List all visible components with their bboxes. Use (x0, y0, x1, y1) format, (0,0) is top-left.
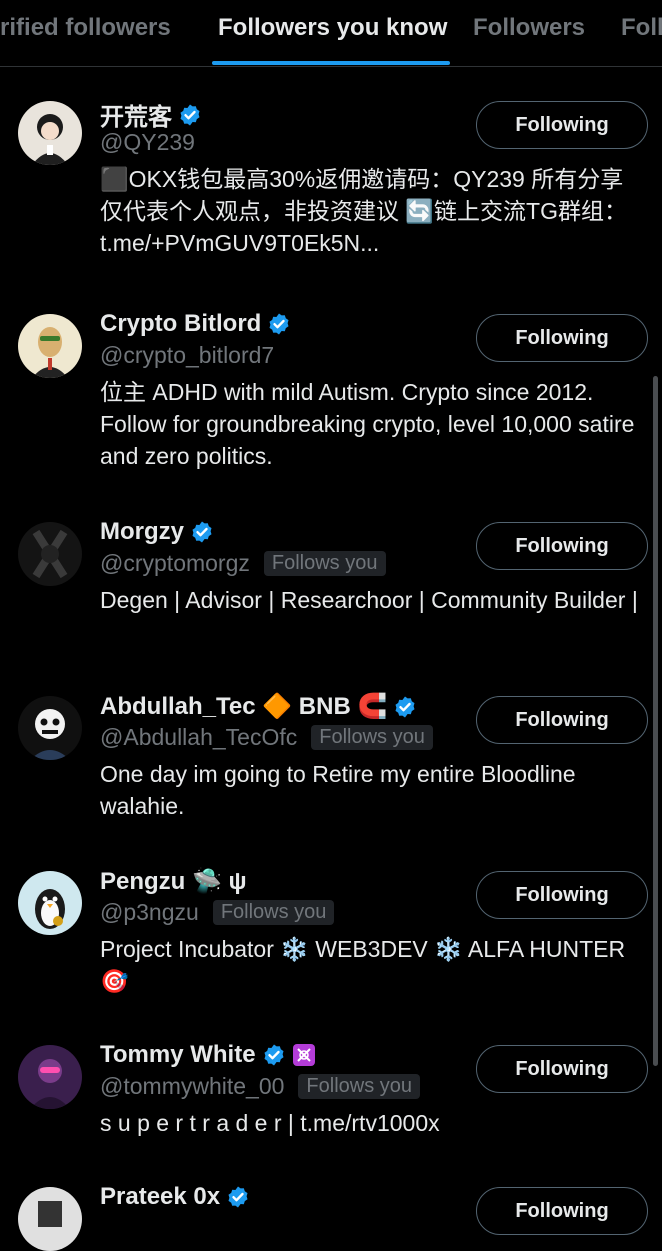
tab-bar: Verified followers Followers you know Fo… (0, 0, 662, 67)
avatar[interactable] (18, 522, 82, 586)
user-bio: ⬛OKX钱包最高30%返佣邀请码：QY239 所有分享仅代表个人观点，非投资建议… (100, 166, 627, 256)
verified-badge-icon (226, 1185, 250, 1209)
following-button[interactable]: Following (476, 1187, 648, 1235)
user-handle: @Abdullah_TecOfc (100, 724, 298, 750)
user-bio: One day im going to Retire my entire Blo… (100, 761, 576, 819)
user-handle: @crypto_bitlord7 (100, 342, 275, 368)
user-handle: @tommywhite_00 (100, 1073, 285, 1099)
display-name[interactable]: 开荒客 (100, 97, 172, 132)
follows-you-badge: Follows you (311, 725, 433, 750)
following-button[interactable]: Following (476, 696, 648, 744)
scrollbar[interactable] (653, 376, 658, 1066)
user-bio: s u p e r t r a d e r | t.me/rtv1000x (100, 1110, 440, 1136)
verified-badge-icon (178, 103, 202, 127)
display-name[interactable]: Prateek 0x (100, 1183, 220, 1211)
tab-followers-you-know[interactable]: Followers you know (218, 14, 447, 42)
tab-following[interactable]: Following (621, 14, 662, 42)
verified-badge-icon (267, 312, 291, 336)
user-bio: Project Incubator ❄️ WEB3DEV ❄️ ALFA HUN… (100, 936, 626, 994)
user-bio: 位主 ADHD with mild Autism. Crypto since 2… (100, 379, 635, 469)
following-button[interactable]: Following (476, 871, 648, 919)
follows-you-badge: Follows you (298, 1074, 421, 1099)
user-bio: Degen | Advisor | Researchoor | Communit… (100, 587, 638, 613)
following-button[interactable]: Following (476, 522, 648, 570)
following-button[interactable]: Following (476, 314, 648, 362)
avatar[interactable] (18, 314, 82, 378)
user-handle: @QY239 (100, 129, 195, 155)
active-tab-indicator (212, 61, 450, 65)
avatar[interactable] (18, 1187, 82, 1251)
display-name[interactable]: Tommy White (100, 1041, 256, 1069)
user-handle: @cryptomorgz (100, 550, 250, 576)
following-button[interactable]: Following (476, 1045, 648, 1093)
verified-badge-icon (262, 1043, 286, 1067)
display-name[interactable]: Pengzu 🛸 ψ (100, 867, 247, 896)
follows-you-badge: Follows you (263, 551, 386, 576)
display-name[interactable]: Abdullah_Tec 🔶 BNB 🧲 (100, 692, 387, 721)
display-name[interactable]: Crypto Bitlord (100, 310, 261, 338)
affiliate-badge-icon (292, 1043, 316, 1067)
verified-badge-icon (393, 695, 417, 719)
tab-verified-followers[interactable]: Verified followers (0, 14, 171, 42)
follows-you-badge: Follows you (212, 900, 335, 925)
verified-badge-icon (190, 520, 214, 544)
display-name[interactable]: Morgzy (100, 518, 184, 546)
avatar[interactable] (18, 1045, 82, 1109)
avatar[interactable] (18, 101, 82, 165)
avatar[interactable] (18, 696, 82, 760)
user-handle: @p3ngzu (100, 899, 199, 925)
following-button[interactable]: Following (476, 101, 648, 149)
avatar[interactable] (18, 871, 82, 935)
tab-followers[interactable]: Followers (473, 14, 585, 42)
